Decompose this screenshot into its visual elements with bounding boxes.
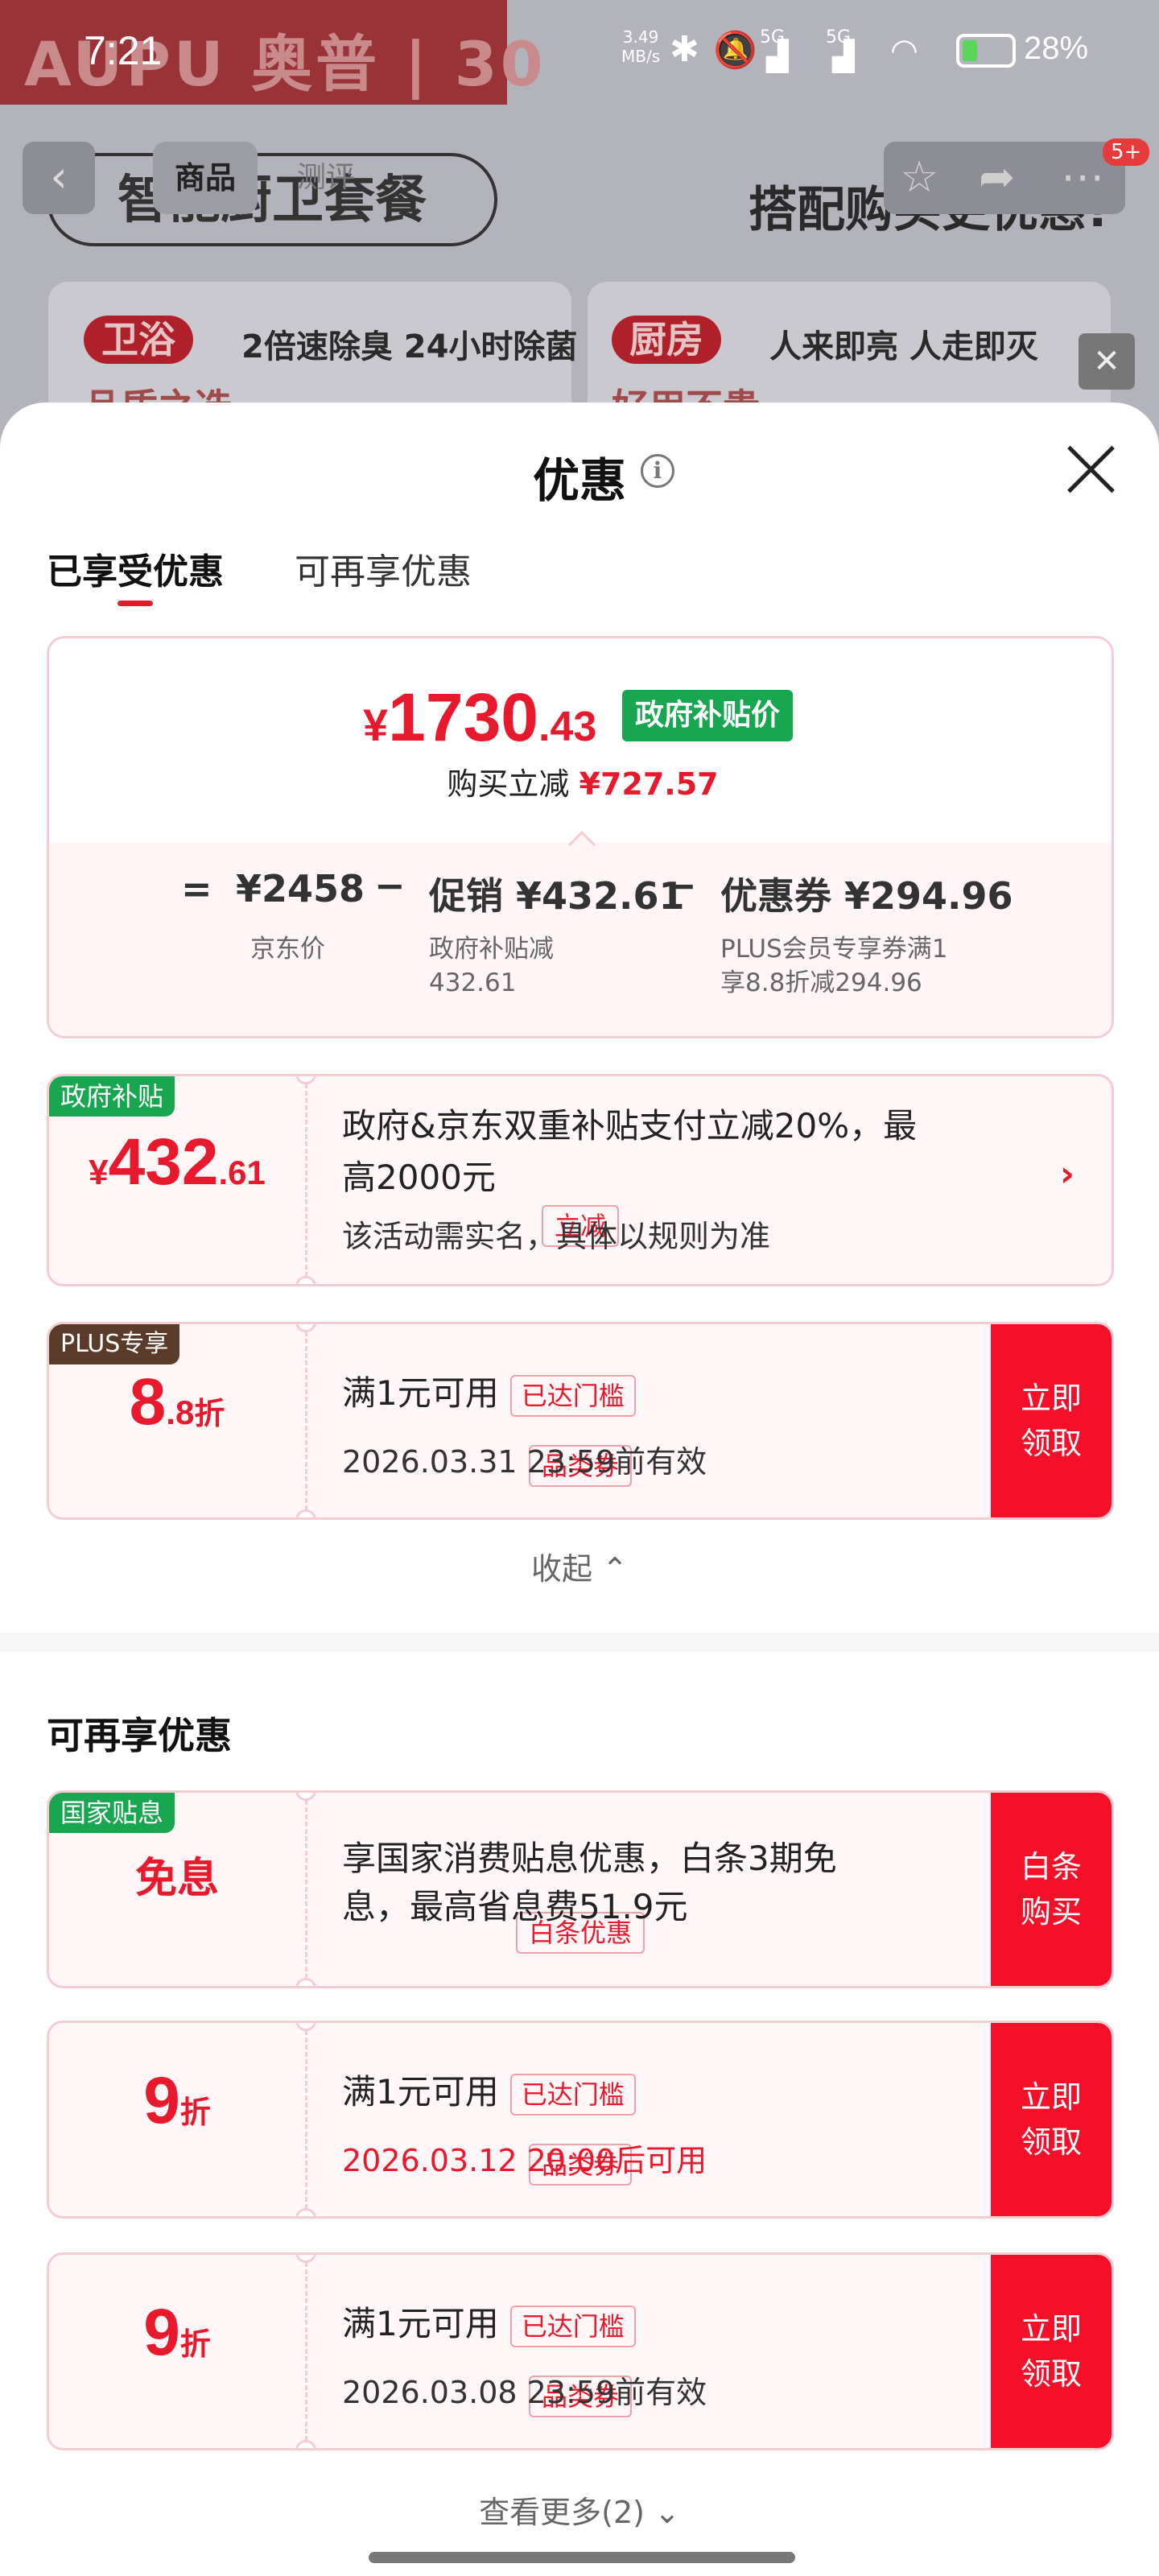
- back-icon[interactable]: ‹: [23, 142, 95, 214]
- buy-less-amount: ¥727.57: [579, 766, 719, 802]
- float-close-icon[interactable]: ✕: [1079, 333, 1135, 390]
- share-icon[interactable]: ➦: [979, 151, 1015, 202]
- threshold-badge: 已达门槛: [509, 2305, 636, 2347]
- coupon-label-2: 享8.8折减294.96: [720, 968, 922, 997]
- tab-enjoyed[interactable]: 已享受优惠: [47, 543, 224, 594]
- coupon-amount: 优惠券 ¥294.96: [720, 874, 1013, 918]
- buy-less-label: 购买立减: [447, 766, 570, 802]
- tab-more-available[interactable]: 可再享优惠: [295, 543, 472, 594]
- coupon-title: 满1元可用: [342, 2072, 499, 2112]
- coupon-amount: 免息: [134, 1855, 219, 1903]
- coupon-validity: 2026.03.12 20:00后可用: [342, 2143, 707, 2178]
- see-more-toggle[interactable]: 查看更多(2) ⌄: [0, 2487, 1159, 2532]
- tab-review[interactable]: 测评: [274, 142, 378, 214]
- category-tag-bath: 卫浴: [84, 316, 193, 364]
- battery-icon: [956, 34, 1016, 68]
- threshold-badge: 已达门槛: [509, 2073, 636, 2116]
- set-title: 智能厨卫套餐: [47, 153, 497, 246]
- interest-free-coupon: 国家贴息 免息 白条优惠 享国家消费贴息优惠，白条3期免 息，最高省息费51.9…: [47, 1790, 1114, 1988]
- net-speed-value: 3.49: [622, 27, 659, 47]
- formula-equals: =: [181, 867, 212, 910]
- coupon-title-2: 高2000元: [342, 1158, 496, 1197]
- formula-minus-1: −: [374, 864, 406, 907]
- price-dec: .43: [538, 704, 597, 750]
- price-currency: ¥: [363, 700, 389, 750]
- chevron-right-icon[interactable]: ›: [1060, 1154, 1074, 1195]
- coupon-title-line: 满1元可用 已达门槛: [342, 1368, 636, 1419]
- category-coupon-9-b: 9折 品类券 满1元可用 已达门槛 2026.03.08 23:59前有效 立即 …: [47, 2252, 1114, 2450]
- coupon-amount: 8.8折: [129, 1365, 225, 1439]
- coupon-desc: 该活动需实名，具体以规则为准: [342, 1219, 771, 1254]
- info-icon[interactable]: i: [641, 454, 674, 488]
- claim-button[interactable]: 立即 领取: [991, 2023, 1112, 2216]
- collapse-toggle[interactable]: 收起 ⌃: [0, 1544, 1159, 1588]
- claim-button[interactable]: 立即 领取: [991, 1324, 1112, 1517]
- discount-sheet: 优惠 i 已享受优惠 可再享优惠 ¥1730.43 政府补贴价 购买立减 ¥72…: [0, 402, 1159, 2576]
- buy-less-line: 购买立减 ¥727.57: [49, 759, 1112, 803]
- signal-icon-1: ▟: [766, 40, 789, 73]
- more-icon[interactable]: ⋯: [1061, 151, 1104, 202]
- coupon-title-line: 满1元可用 已达门槛: [342, 2066, 636, 2118]
- coupon-amount: 9折: [143, 2064, 211, 2137]
- price-summary: ¥1730.43 政府补贴价 购买立减 ¥727.57 = ¥2458 京东价 …: [47, 636, 1114, 1038]
- section-title-more: 可再享优惠: [47, 1714, 232, 1757]
- tab-underline: [118, 601, 153, 606]
- coupon-title: 享国家消费贴息优惠，白条3期免: [342, 1839, 837, 1878]
- net-speed: 3.49 MB/s: [621, 27, 660, 66]
- category-text-bath: 2倍速除臭 24小时除菌: [241, 328, 578, 365]
- jd-price: ¥2458: [236, 867, 365, 910]
- jd-price-label: 京东价: [250, 935, 325, 964]
- coupon-title: 政府&京东双重补贴支付立减20%，最: [342, 1106, 918, 1146]
- corner-tag-plus: PLUS专享: [49, 1324, 180, 1364]
- threshold-badge: 已达门槛: [509, 1374, 636, 1417]
- gov-subsidy-coupon[interactable]: 政府补贴 ¥432.61 立减 政府&京东双重补贴支付立减20%，最 高2000…: [47, 1074, 1114, 1286]
- baitiao-buy-button[interactable]: 白条 购买: [991, 1793, 1112, 1986]
- category-coupon-9-a: 9折 品类券 满1元可用 已达门槛 2026.03.12 20:00后可用 立即 …: [47, 2021, 1114, 2219]
- plus-coupon: PLUS专享 8.8折 品类券 满1元可用 已达门槛 2026.03.31 23:…: [47, 1322, 1114, 1520]
- net-speed-unit: MB/s: [621, 47, 661, 66]
- promo-label-2: 432.61: [429, 968, 517, 997]
- mute-icon: 🔕: [713, 30, 757, 71]
- price-int: 1730: [388, 679, 539, 755]
- coupon-label-1: PLUS会员专享券满1: [720, 935, 948, 964]
- final-price: ¥1730.43: [363, 679, 596, 757]
- status-bar: 7:21 3.49 MB/s ✱ 🔕 5G ▟ 5G ▟ ◠ 28%: [0, 0, 1159, 105]
- star-icon[interactable]: ☆: [900, 151, 938, 202]
- category-text-kitchen: 人来即亮 人走即灭: [769, 328, 1038, 365]
- status-time: 7:21: [84, 28, 163, 73]
- cart-badge: 5+: [1103, 138, 1150, 166]
- category-tag-kitchen: 厨房: [612, 316, 721, 364]
- bluetooth-icon: ✱: [670, 29, 699, 70]
- battery-percent: 28%: [1024, 31, 1089, 66]
- coupon-validity: 2026.03.31 23:59前有效: [342, 1444, 707, 1480]
- top-right-tools: ☆ ➦ ⋯: [884, 142, 1125, 214]
- coupon-amount: 9折: [143, 2296, 211, 2369]
- coupon-validity: 2026.03.08 23:59前有效: [342, 2375, 707, 2410]
- promo-amount: 促销 ¥432.61: [429, 874, 685, 918]
- claim-button[interactable]: 立即 领取: [991, 2255, 1112, 2448]
- promo-label-1: 政府补贴减: [429, 935, 554, 964]
- coupon-title: 满1元可用: [342, 2304, 499, 2343]
- coupon-amount: ¥432.61: [89, 1125, 266, 1199]
- signal-icon-2: ▟: [832, 40, 855, 73]
- formula-minus-2: −: [666, 864, 697, 907]
- close-icon[interactable]: [1062, 441, 1119, 497]
- corner-tag-national: 国家贴息: [49, 1793, 175, 1833]
- coupon-title-line: 满1元可用 已达门槛: [342, 2298, 636, 2350]
- coupon-title: 满1元可用: [342, 1373, 499, 1413]
- gov-subsidy-price-tag: 政府补贴价: [622, 690, 794, 741]
- tab-goods[interactable]: 商品: [153, 142, 258, 214]
- coupon-title-2: 息，最高省息费51.9元: [342, 1887, 688, 1926]
- wifi-icon: ◠: [890, 32, 918, 69]
- home-indicator[interactable]: [369, 2552, 795, 2563]
- sheet-title: 优惠: [532, 453, 626, 508]
- corner-tag-gov: 政府补贴: [49, 1076, 175, 1117]
